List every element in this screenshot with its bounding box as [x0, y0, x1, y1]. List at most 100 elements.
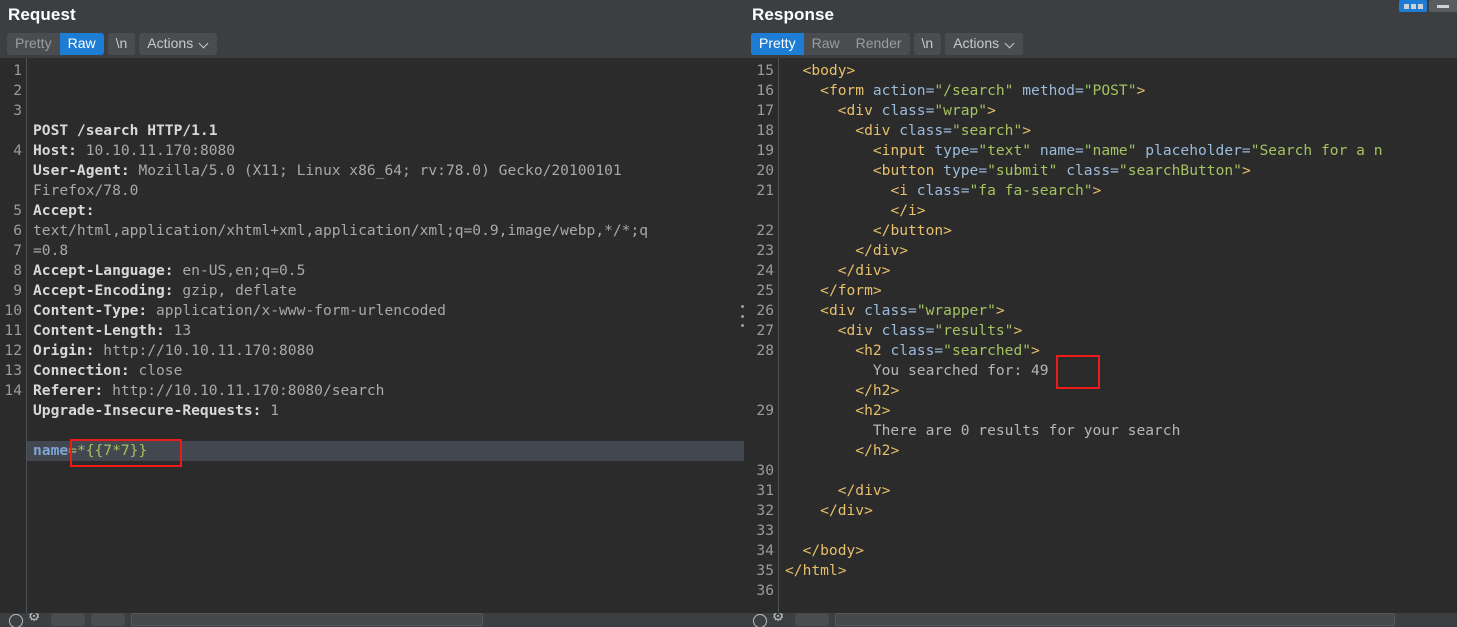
line-number	[0, 181, 26, 201]
layout-rows-button[interactable]	[1429, 0, 1457, 12]
gear-icon[interactable]	[773, 613, 789, 626]
response-editor[interactable]: 15 16 17 18 19 20 21 22 23 24 25 26 27 28 29 30 31 32 3…	[744, 58, 1457, 614]
line-number	[744, 421, 778, 441]
code-token: <h2>	[855, 402, 891, 419]
line-number: 22	[756, 222, 774, 239]
code-line: <input type="text" name="name" placehold…	[785, 141, 1457, 161]
code-line: <button type="submit" class="searchButto…	[785, 161, 1457, 181]
code-token: "POST"	[1083, 82, 1137, 99]
code-token: "name"	[1083, 142, 1137, 159]
code-line: You searched for: 49	[785, 361, 1457, 381]
code-token: class=	[890, 342, 944, 359]
code-token: </div>	[837, 482, 891, 499]
code-line: Upgrade-Insecure-Requests: 1	[33, 401, 744, 421]
code-line: There are 0 results for your search	[785, 421, 1457, 441]
line-number: 5	[13, 202, 22, 219]
line-number: 29	[756, 402, 774, 419]
search-icon[interactable]	[8, 613, 23, 627]
code-token: "/search"	[934, 82, 1014, 99]
response-panel: Response Pretty Raw Render \n Actions 15…	[744, 0, 1457, 627]
code-line: </i>	[785, 201, 1457, 221]
tab-response-render[interactable]: Render	[848, 33, 910, 55]
code-token: name	[33, 442, 69, 459]
code-token: class=	[864, 302, 917, 319]
code-token: gzip, deflate	[182, 282, 297, 299]
line-number: 9	[13, 282, 22, 299]
code-line: </div>	[785, 481, 1457, 501]
code-line: </div>	[785, 261, 1457, 281]
tab-response-pretty[interactable]: Pretty	[751, 32, 804, 55]
tab-request-raw[interactable]: Raw	[59, 32, 104, 55]
chevron-down-icon	[200, 40, 209, 46]
code-line: </form>	[785, 281, 1457, 301]
code-token: name=	[1031, 142, 1084, 159]
code-line: Referer: http://10.10.11.170:8080/search	[33, 381, 744, 401]
line-number: 24	[756, 262, 774, 279]
layout-columns-button[interactable]	[1399, 0, 1427, 12]
line-number: 30	[756, 462, 774, 479]
code-token: http://10.10.11.170:8080	[103, 342, 315, 359]
chevron-down-icon	[1006, 40, 1015, 46]
code-token: </div>	[837, 262, 891, 279]
code-token: "wrapper"	[916, 302, 996, 319]
code-token: application/x-www-form-urlencoded	[156, 302, 446, 319]
line-number	[744, 361, 778, 381]
line-number	[744, 441, 778, 461]
line-number: 2	[13, 82, 22, 99]
code-token: placeholder=	[1136, 142, 1251, 159]
request-tool-button-1[interactable]	[51, 613, 85, 626]
request-editor[interactable]: 123 4 5 6 7 8 9 10 11 12 13 14 POST /search HTTP/…	[0, 58, 744, 614]
tab-request-newline[interactable]: \n	[107, 32, 136, 55]
code-token: POST /search HTTP/1.1	[33, 122, 218, 139]
code-token: Content-Length:	[33, 322, 174, 339]
line-number: 11	[4, 322, 22, 339]
line-number: 16	[756, 82, 774, 99]
code-line: User-Agent: Mozilla/5.0 (X11; Linux x86_…	[33, 161, 744, 181]
code-token: <input	[872, 142, 935, 159]
request-panel-title: Request	[8, 5, 76, 24]
code-token: >	[1136, 82, 1146, 99]
tab-response-newline[interactable]: \n	[913, 32, 942, 55]
response-code-area[interactable]: <body> <form action="/search" method="PO…	[779, 58, 1457, 614]
gear-icon[interactable]	[29, 613, 45, 626]
code-line: </div>	[785, 241, 1457, 261]
tab-response-raw[interactable]: Raw	[804, 33, 848, 55]
response-tool-button-1[interactable]	[795, 613, 829, 626]
response-search-field[interactable]	[835, 613, 1395, 626]
response-actions-button[interactable]: Actions	[945, 32, 1024, 55]
code-token: There are 0 results for your search	[785, 422, 1181, 439]
response-tabstrip: Pretty Raw Render \n Actions	[744, 29, 1457, 58]
tab-request-pretty[interactable]: Pretty	[7, 33, 60, 55]
request-search-field[interactable]	[131, 613, 483, 626]
code-line: name=*{{7*7}}	[27, 441, 744, 461]
line-number: 3	[13, 102, 22, 119]
code-line: <div class="wrapper">	[785, 301, 1457, 321]
code-token: type=	[934, 142, 979, 159]
search-icon[interactable]	[752, 613, 767, 627]
bottom-toolbar	[0, 613, 1457, 627]
code-token: class=	[899, 122, 952, 139]
code-token: text/html,application/xhtml+xml,applicat…	[33, 222, 649, 239]
code-token: Mozilla/5.0 (X11; Linux x86_64; rv:78.0)…	[138, 162, 622, 179]
code-token: >	[1241, 162, 1251, 179]
response-panel-title: Response	[752, 5, 835, 24]
request-actions-button[interactable]: Actions	[139, 32, 218, 55]
request-tool-button-2[interactable]	[91, 613, 125, 626]
line-number: 35	[756, 562, 774, 579]
rows-icon	[1437, 4, 1449, 8]
code-line: <h2 class="searched">	[785, 341, 1457, 361]
code-line: text/html,application/xhtml+xml,applicat…	[33, 221, 744, 241]
code-token: class=	[881, 102, 935, 119]
request-code-area[interactable]: POST /search HTTP/1.1 Host: 10.10.11.170:…	[27, 58, 744, 614]
